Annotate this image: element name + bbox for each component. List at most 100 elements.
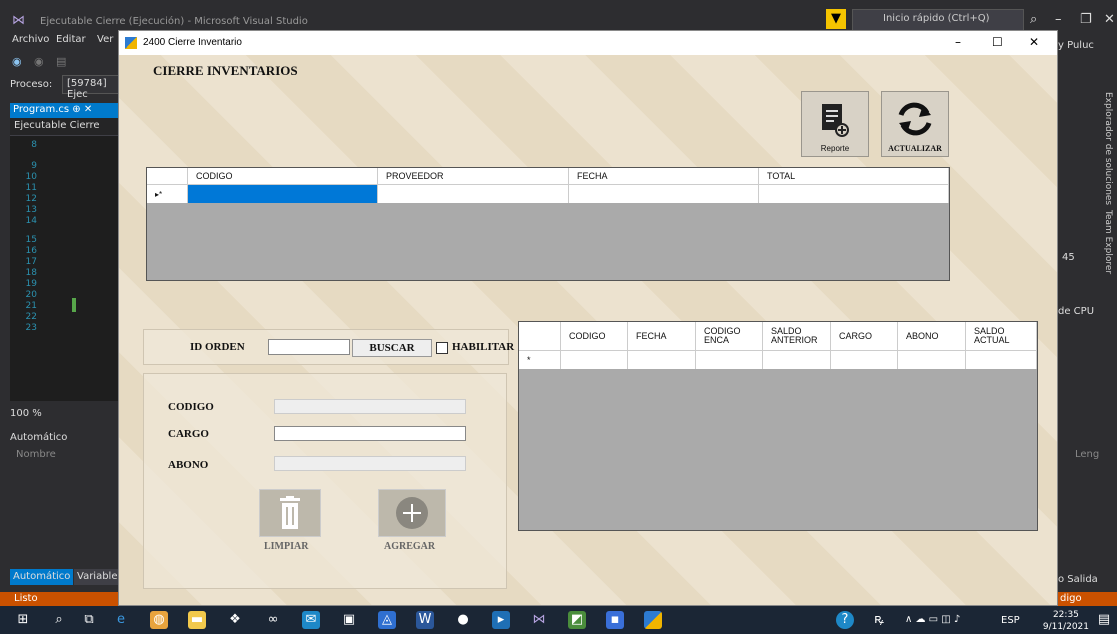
menu-ver[interactable]: Ver [97,34,113,45]
quick-launch-input[interactable]: Inicio rápido (Ctrl+Q) [852,9,1024,31]
project-combo[interactable]: Ejecutable Cierre [10,118,118,136]
notification-flag-icon[interactable]: ▼ [826,9,846,29]
tab-program-cs[interactable]: Program.cs ⊕ ✕ [10,103,118,118]
bottom-tabs: Automático Variables [10,569,126,585]
visual-studio-icon[interactable]: ⋈ [530,611,548,629]
detalle-grid[interactable]: CODIGO FECHA CODIGO ENCA SALDO ANTERIOR … [518,321,1038,531]
menu-archivo[interactable]: Archivo [12,34,49,45]
minimize-icon[interactable]: – [955,35,961,49]
clock[interactable]: 22:35 9/11/2021 [1043,609,1089,633]
col-total[interactable]: TOTAL [759,168,949,184]
limpiar-button[interactable] [259,489,321,537]
abono-label: ABONO [168,459,209,471]
tab-team-explorer[interactable]: Team Explorer [1103,210,1113,274]
window-titlebar[interactable]: 2400 Cierre Inventario – ☐ ✕ [119,31,1057,55]
cell[interactable] [561,351,628,369]
project-combo-value: Ejecutable Cierre [14,120,100,131]
notifications-icon[interactable]: ▤ [1095,611,1113,629]
col-fecha[interactable]: FECHA [628,322,696,350]
cargo-label: CARGO [168,428,209,440]
reporte-button[interactable]: Reporte [801,91,869,157]
word-icon[interactable]: W [416,611,434,629]
cell[interactable] [569,185,759,203]
close-icon[interactable]: ✕ [1029,35,1039,49]
search-icon[interactable]: ⌕ [50,611,68,629]
forward-icon[interactable]: ◉ [34,55,44,68]
habilitar-checkbox[interactable] [436,342,448,354]
zoom-level[interactable]: 100 % [10,408,42,419]
proveedor-grid[interactable]: CODIGO PROVEEDOR FECHA TOTAL ▸* [146,167,950,281]
new-project-icon[interactable]: ▤ [56,55,66,68]
chrome-icon[interactable]: ◍ [150,611,168,629]
add-icon [396,497,428,529]
language-indicator[interactable]: ESP [1001,615,1020,626]
cell[interactable] [759,185,949,203]
cell[interactable] [628,351,696,369]
detalle-panel: CODIGO CARGO ABONO LIMPIAR AGREGAR [143,373,507,589]
col-codigo-enca[interactable]: CODIGO ENCA [696,322,763,350]
explorer-icon[interactable]: ▬ [188,611,206,629]
powershell-icon[interactable]: ▸ [492,611,510,629]
col-saldo-anterior[interactable]: SALDO ANTERIOR [763,322,831,350]
infinity-icon[interactable]: ∞ [264,611,282,629]
col-codigo[interactable]: CODIGO [561,322,628,350]
row-header: * [519,351,561,369]
search-icon[interactable]: ⌕ [1030,12,1037,27]
dropbox-icon[interactable]: ❖ [226,611,244,629]
vs-menubar: Archivo Editar Ver [0,30,118,52]
col-codigo[interactable]: CODIGO [188,168,378,184]
cell[interactable] [966,351,1037,369]
help-icon[interactable]: ? [836,611,854,629]
col-abono[interactable]: ABONO [898,322,966,350]
remote-icon[interactable]: ◬ [378,611,396,629]
app-icon[interactable]: ◩ [568,611,586,629]
cell[interactable] [696,351,763,369]
chat-icon[interactable]: ▪ [606,611,624,629]
restore-icon[interactable]: ❐ [1080,12,1092,27]
close-icon[interactable]: ✕ [1104,12,1115,27]
line-number: 12 [25,194,37,204]
winform-app-icon[interactable] [644,611,662,629]
buscar-button[interactable]: BUSCAR [352,339,432,357]
cell[interactable] [831,351,898,369]
col-proveedor[interactable]: PROVEEDOR [378,168,569,184]
table-row[interactable]: ▸* [147,185,949,203]
cell[interactable] [378,185,569,203]
maximize-icon[interactable]: ☐ [992,35,1003,49]
edge-icon[interactable]: e [112,611,130,629]
cell[interactable] [763,351,831,369]
cargo-input[interactable] [274,426,466,441]
start-icon[interactable]: ⊞ [14,611,32,629]
github-icon[interactable]: ● [454,611,472,629]
col-saldo-actual[interactable]: SALDO ACTUAL [966,322,1037,350]
tab-automatico[interactable]: Automático [10,569,74,585]
task-view-icon[interactable]: ⧉ [80,611,98,629]
proceso-label: Proceso: [10,79,53,90]
code-editor[interactable]: 8 9 10 11 12 13 14 15 16 17 18 19 20 21 … [10,136,118,401]
id-orden-label: ID ORDEN [190,341,245,353]
tray-icons[interactable]: ∧ ☁ ▭ ◫ ♪ [905,611,995,629]
menu-editar[interactable]: Editar [56,34,86,45]
actualizar-button[interactable]: ACTUALIZAR [881,91,949,157]
store-icon[interactable]: ▣ [340,611,358,629]
proceso-combo[interactable]: [59784] Ejec [62,75,120,100]
agregar-button[interactable] [378,489,446,537]
table-row[interactable]: * [519,351,1037,369]
limpiar-label: LIMPIAR [264,541,309,552]
minimize-icon[interactable]: – [1055,12,1062,27]
col-cargo[interactable]: CARGO [831,322,898,350]
column-leng: Leng [1075,449,1100,460]
tab-solution-explorer[interactable]: Explorador de soluciones [1103,92,1113,205]
selected-cell[interactable] [188,185,378,203]
mail-icon[interactable]: ✉ [302,611,320,629]
grid-header: CODIGO FECHA CODIGO ENCA SALDO ANTERIOR … [519,322,1037,351]
actualizar-label: ACTUALIZAR [888,144,942,153]
user-name[interactable]: y Puluc [1058,40,1094,51]
id-orden-input[interactable] [268,339,350,355]
tab-salida[interactable]: o Salida [1058,574,1098,585]
cell[interactable] [898,351,966,369]
col-fecha[interactable]: FECHA [569,168,759,184]
people-icon[interactable]: ꝶ [870,611,888,629]
status-text: Listo [14,593,38,604]
back-icon[interactable]: ◉ [12,55,22,68]
